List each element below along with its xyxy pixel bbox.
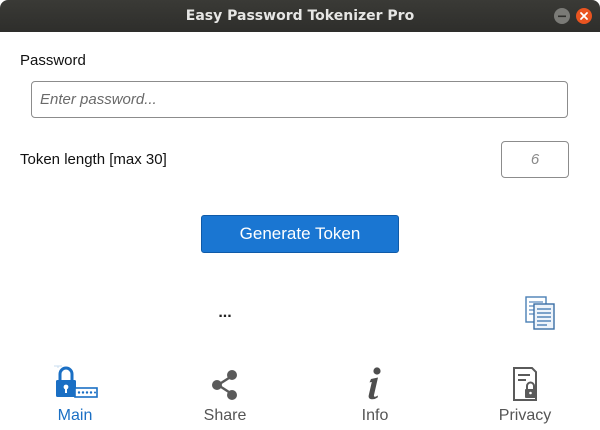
share-icon — [150, 364, 300, 404]
token-length-input[interactable] — [501, 141, 569, 178]
title-bar: Easy Password Tokenizer Pro — [0, 0, 600, 32]
nav-item-label: Info — [361, 407, 389, 424]
password-input[interactable] — [31, 81, 568, 118]
nav-item-label: Share — [203, 407, 247, 424]
nav-item-privacy[interactable]: Privacy — [450, 352, 600, 430]
close-button[interactable] — [576, 8, 592, 24]
nav-item-label: Privacy — [498, 407, 552, 424]
close-icon — [580, 12, 588, 20]
nav-item-share[interactable]: Share — [150, 352, 300, 430]
minimize-button[interactable] — [554, 8, 570, 24]
password-label: Password — [20, 52, 86, 69]
nav-item-main[interactable]: Main — [0, 352, 150, 430]
lock-password-icon — [0, 364, 150, 404]
generate-token-button[interactable]: Generate Token — [201, 215, 399, 253]
minimize-icon — [558, 15, 566, 18]
nav-item-label: Main — [57, 407, 93, 424]
copy-documents-icon[interactable] — [522, 295, 558, 331]
info-icon — [300, 364, 450, 404]
privacy-document-icon — [450, 364, 600, 404]
nav-item-info[interactable]: Info — [300, 352, 450, 430]
window-title: Easy Password Tokenizer Pro — [185, 8, 415, 24]
token-length-label: Token length [max 30] — [20, 151, 167, 168]
token-result: ... — [218, 304, 232, 321]
bottom-navigation: Main Share Info Privacy — [0, 352, 600, 430]
